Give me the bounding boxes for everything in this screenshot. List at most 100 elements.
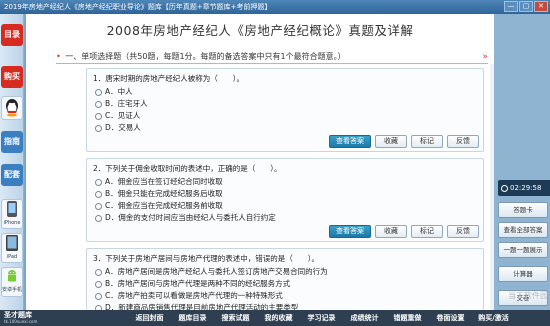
android-label: 安卓手机	[2, 287, 23, 293]
radio-icon[interactable]	[95, 292, 102, 300]
nav-score-stats[interactable]: 成绩统计	[343, 310, 386, 326]
guide-button[interactable]: 指南	[1, 131, 23, 153]
question-card: 2．下列关于佣金收取时间的表述中，正确的是（ ）。 A．佣金应当在签订经纪合同时…	[86, 158, 484, 242]
question-text: 3．下列关于房地产居间与房地产代理的表述中，错误的是（ ）。	[93, 254, 320, 263]
option-d[interactable]: D．交易人	[87, 122, 483, 134]
view-answer-button[interactable]: 查看答案	[329, 225, 371, 238]
buy-button[interactable]: 购买	[1, 66, 23, 88]
window-controls: — ▢ ✕	[504, 1, 548, 12]
option-a[interactable]: A．中人	[87, 86, 483, 98]
nav-study-records[interactable]: 学习记录	[300, 310, 343, 326]
qq-button[interactable]	[1, 96, 23, 120]
mark-button[interactable]: 标记	[411, 135, 443, 148]
iphone-button[interactable]: iPhone	[1, 199, 23, 229]
option-label: A．房地产居间是房地产经纪人与委托人签订房地产交易合同的行为	[105, 267, 328, 276]
option-b[interactable]: B．佣金只能在完成经纪服务后收取	[87, 188, 483, 200]
feedback-button[interactable]: 反馈	[447, 135, 479, 148]
nav-redo-wrong[interactable]: 错题重做	[386, 310, 429, 326]
page-title: 2008年房地产经纪人《房地产经纪概论》真题及详解	[106, 23, 414, 38]
radio-icon[interactable]	[95, 178, 102, 186]
bottom-nav: 返回封面 题库目录 搜索试题 我的收藏 学习记录 成绩统计 错题重做 卷面设置 …	[128, 310, 515, 326]
option-label: B．房地产居间与房地产代理是两种不同的经纪服务方式	[105, 279, 291, 288]
radio-icon[interactable]	[95, 100, 102, 108]
android-icon	[8, 270, 16, 282]
radio-icon[interactable]	[95, 214, 102, 222]
radio-icon[interactable]	[95, 88, 102, 96]
brand-logo: 圣才题库 tk.100xuexi.com	[4, 311, 48, 325]
option-label: C．见证人	[105, 111, 141, 120]
option-label: C．房地产拍卖可以看做是房地产代理的一种特殊形式	[105, 291, 283, 300]
menu-button[interactable]: 目录	[1, 24, 23, 46]
view-answer-button[interactable]: 查看答案	[329, 135, 371, 148]
ipad-icon	[6, 235, 18, 251]
option-b[interactable]: B．房地产居间与房地产代理是两种不同的经纪服务方式	[87, 278, 483, 290]
nav-buy-activate[interactable]: 购买/激活	[472, 310, 515, 326]
option-label: C．佣金应当在完成经纪服务前收取	[105, 201, 223, 210]
window-titlebar: 2019年房地产经纪人《房地产经纪职业导论》题库【历年真题+章节题库+考前押题】…	[0, 0, 550, 14]
nav-paper-settings[interactable]: 卷面设置	[429, 310, 472, 326]
option-a[interactable]: A．佣金应当在签订经纪合同时收取	[87, 176, 483, 188]
maximize-button[interactable]: ▢	[519, 1, 533, 12]
answer-sheet-button[interactable]: 答题卡	[498, 202, 548, 218]
question-actions: 查看答案 收藏 标记 反馈	[329, 135, 479, 148]
collapse-chevron-icon[interactable]: »	[482, 50, 488, 64]
iphone-label: iPhone	[3, 220, 21, 226]
qq-icon	[6, 99, 18, 117]
radio-icon[interactable]	[95, 190, 102, 198]
nav-my-favorites[interactable]: 我的收藏	[257, 310, 300, 326]
mark-button[interactable]: 标记	[411, 225, 443, 238]
right-panel: 02:29:58 答题卡 查看全部答案 一题一题展示 计算器 交卷	[494, 14, 550, 310]
option-label: A．佣金应当在签订经纪合同时收取	[105, 177, 223, 186]
feedback-button[interactable]: 反馈	[447, 225, 479, 238]
radio-icon[interactable]	[95, 280, 102, 288]
iphone-icon	[7, 201, 17, 217]
radio-icon[interactable]	[95, 124, 102, 132]
minimize-button[interactable]: —	[504, 1, 518, 12]
nav-back-to-cover[interactable]: 返回封面	[128, 310, 171, 326]
section-heading-bar: • 一、单项选择题（共50题，每题1分。每题的备选答案中只有1个最符合题意。） …	[56, 50, 488, 64]
android-button[interactable]: 安卓手机	[1, 267, 23, 297]
favorite-button[interactable]: 收藏	[375, 135, 407, 148]
ipad-button[interactable]: iPad	[1, 233, 23, 263]
section-heading: 一、单项选择题（共50题，每题1分。每题的备选答案中只有1个最符合题意。）	[65, 52, 346, 61]
radio-icon[interactable]	[95, 268, 102, 276]
option-d[interactable]: D．新建商品房销售代理是目前房地产代理活动的主要类型	[87, 302, 483, 310]
option-label: D．交易人	[105, 123, 141, 132]
countdown-timer: 02:29:58	[498, 180, 550, 196]
option-label: D．佣金的支付时间应当由经纪人与委托人自行约定	[105, 213, 276, 222]
section-bullet-icon: •	[56, 52, 61, 61]
logo-subtext: tk.100xuexi.com	[4, 319, 38, 324]
ipad-label: iPad	[6, 254, 18, 260]
option-label: D．新建商品房销售代理是目前房地产代理活动的主要类型	[105, 303, 299, 310]
option-a[interactable]: A．房地产居间是房地产经纪人与委托人签订房地产交易合同的行为	[87, 266, 483, 278]
question-card: 1．唐宋时期的房地产经纪人被称为（ ）。 A．中人 B．庄宅牙人 C．见证人 D…	[86, 68, 484, 152]
one-by-one-button[interactable]: 一题一题展示	[498, 242, 548, 258]
bottom-navbar: 圣才题库 tk.100xuexi.com 返回封面 题库目录 搜索试题 我的收藏…	[0, 310, 550, 326]
option-c[interactable]: C．房地产拍卖可以看做是房地产代理的一种特殊形式	[87, 290, 483, 302]
package-button[interactable]: 配套	[1, 164, 23, 186]
question-card: 3．下列关于房地产居间与房地产代理的表述中，错误的是（ ）。 A．房地产居间是房…	[86, 248, 484, 310]
timer-value: 02:29:58	[510, 184, 542, 192]
logo-text: 圣才题库	[4, 311, 32, 319]
option-c[interactable]: C．佣金应当在完成经纪服务前收取	[87, 200, 483, 212]
calculator-button[interactable]: 计算器	[498, 266, 548, 282]
option-label: B．佣金只能在完成经纪服务后收取	[105, 189, 223, 198]
watermark: 当下软件园	[508, 291, 548, 300]
show-all-answers-button[interactable]: 查看全部答案	[498, 222, 548, 238]
window-title: 2019年房地产经纪人《房地产经纪职业导论》题库【历年真题+章节题库+考前押题】	[4, 3, 272, 11]
option-label: A．中人	[105, 87, 133, 96]
close-button[interactable]: ✕	[534, 1, 548, 12]
option-label: B．庄宅牙人	[105, 99, 148, 108]
left-sidebar: 目录 购买 指南 配套 iPhone iPad 安卓手机	[0, 14, 24, 310]
nav-question-bank-toc[interactable]: 题库目录	[171, 310, 214, 326]
radio-icon[interactable]	[95, 112, 102, 120]
option-b[interactable]: B．庄宅牙人	[87, 98, 483, 110]
radio-icon[interactable]	[95, 202, 102, 210]
option-c[interactable]: C．见证人	[87, 110, 483, 122]
favorite-button[interactable]: 收藏	[375, 225, 407, 238]
question-area: 2008年房地产经纪人《房地产经纪概论》真题及详解 • 一、单项选择题（共50题…	[26, 14, 494, 310]
question-actions: 查看答案 收藏 标记 反馈	[329, 225, 479, 238]
option-d[interactable]: D．佣金的支付时间应当由经纪人与委托人自行约定	[87, 212, 483, 224]
nav-search-questions[interactable]: 搜索试题	[214, 310, 257, 326]
question-text: 2．下列关于佣金收取时间的表述中，正确的是（ ）。	[93, 164, 282, 173]
